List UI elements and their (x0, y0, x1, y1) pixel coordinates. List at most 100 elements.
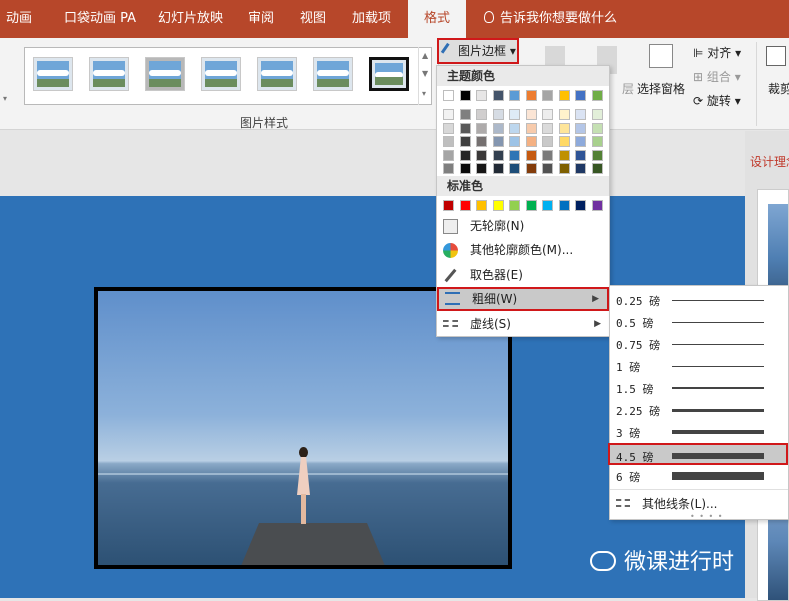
tab-animations[interactable]: 动画 (6, 0, 46, 38)
dashes-item[interactable]: 虚线(S) ▶ (437, 312, 609, 336)
resize-handle-icon[interactable]: • • • • (690, 512, 724, 521)
theme-shade-swatch[interactable] (542, 109, 553, 120)
weight-option[interactable]: 6 磅 (610, 465, 788, 487)
theme-swatch[interactable] (591, 90, 603, 101)
selection-pane-icon[interactable] (649, 44, 673, 68)
theme-shade-swatch[interactable] (542, 136, 553, 147)
theme-shade-swatch[interactable] (492, 109, 504, 120)
theme-shade-swatch[interactable] (542, 163, 553, 174)
picture-border-button[interactable]: 图片边框 ▾ (437, 38, 519, 64)
theme-shade-swatch[interactable] (509, 149, 520, 161)
theme-shade-swatch[interactable] (459, 136, 471, 147)
theme-shade-swatch[interactable] (476, 109, 487, 120)
style-thumb-3[interactable] (145, 57, 185, 91)
theme-shade-swatch[interactable] (476, 136, 487, 147)
standard-swatch[interactable] (575, 200, 586, 211)
weight-option[interactable]: 2.25 磅 (610, 399, 788, 421)
theme-shade-swatch[interactable] (492, 163, 504, 174)
style-thumb-4[interactable] (201, 57, 241, 91)
tab-addins[interactable]: 加载项 (352, 0, 396, 38)
theme-shade-swatch[interactable] (525, 122, 537, 134)
theme-shade-swatch[interactable] (558, 136, 570, 147)
tab-format[interactable]: 格式 (408, 0, 466, 38)
style-thumb-7-selected[interactable] (369, 57, 409, 91)
crop-icon[interactable] (766, 46, 786, 66)
collapse-arrow-icon[interactable]: ▾ (3, 94, 7, 103)
theme-swatch[interactable] (443, 90, 454, 101)
theme-shade-swatch[interactable] (558, 109, 570, 120)
weight-option[interactable]: 0.5 磅 (610, 311, 788, 333)
theme-shade-swatch[interactable] (459, 109, 471, 120)
theme-shade-swatch[interactable] (558, 122, 570, 134)
more-lines-item[interactable]: 其他线条(L)... (610, 492, 788, 514)
weight-option[interactable]: 0.75 磅 (610, 333, 788, 355)
crop-button[interactable]: 裁剪 (768, 80, 789, 97)
theme-shade-swatch[interactable] (575, 122, 586, 134)
no-outline-item[interactable]: 无轮廓(N) (437, 214, 609, 238)
tab-slide-show[interactable]: 幻灯片放映 (158, 0, 228, 38)
theme-shade-swatch[interactable] (443, 163, 454, 174)
standard-swatch[interactable] (525, 200, 537, 211)
theme-shade-swatch[interactable] (575, 136, 586, 147)
theme-shade-swatch[interactable] (459, 122, 471, 134)
theme-shade-swatch[interactable] (492, 136, 504, 147)
theme-swatch[interactable] (476, 90, 487, 101)
theme-shade-swatch[interactable] (509, 109, 520, 120)
style-thumb-6[interactable] (313, 57, 353, 91)
theme-shade-swatch[interactable] (525, 109, 537, 120)
standard-swatch[interactable] (558, 200, 570, 211)
style-thumb-1[interactable] (33, 57, 73, 91)
theme-shade-swatch[interactable] (492, 122, 504, 134)
theme-shade-swatch[interactable] (509, 136, 520, 147)
theme-shade-swatch[interactable] (492, 149, 504, 161)
more-outline-colors-item[interactable]: 其他轮廓颜色(M)... (437, 238, 609, 262)
theme-shade-swatch[interactable] (575, 163, 586, 174)
group-button[interactable]: ⊞ 组合 ▾ (693, 68, 741, 85)
gallery-scroll[interactable]: ▲ ▼ ▾ (418, 47, 432, 105)
theme-shade-swatch[interactable] (476, 149, 487, 161)
theme-shade-swatch[interactable] (542, 122, 553, 134)
theme-shade-swatch[interactable] (525, 163, 537, 174)
weight-option[interactable]: 3 磅 (610, 421, 788, 443)
gallery-down-icon[interactable]: ▼ (422, 69, 428, 78)
rotate-button[interactable]: ⟳ 旋转 ▾ (693, 92, 741, 109)
theme-shade-swatch[interactable] (459, 149, 471, 161)
tab-review[interactable]: 审阅 (248, 0, 278, 38)
standard-swatch[interactable] (443, 200, 454, 211)
theme-shade-swatch[interactable] (591, 149, 603, 161)
standard-swatch[interactable] (459, 200, 471, 211)
style-thumb-2[interactable] (89, 57, 129, 91)
theme-shade-swatch[interactable] (575, 149, 586, 161)
tell-me-search[interactable]: 告诉我你想要做什么 (484, 0, 617, 38)
weight-item[interactable]: 粗细(W) ▶ (437, 287, 609, 311)
theme-shade-swatch[interactable] (542, 149, 553, 161)
theme-shade-swatch[interactable] (459, 163, 471, 174)
theme-shade-swatch[interactable] (443, 109, 454, 120)
theme-shade-swatch[interactable] (509, 122, 520, 134)
gallery-more-icon[interactable]: ▾ (422, 89, 426, 98)
theme-shade-swatch[interactable] (558, 149, 570, 161)
theme-swatch[interactable] (575, 90, 586, 101)
theme-swatch[interactable] (509, 90, 520, 101)
style-thumb-5[interactable] (257, 57, 297, 91)
standard-swatch[interactable] (492, 200, 504, 211)
weight-option[interactable]: 0.25 磅 (610, 289, 788, 311)
theme-shade-swatch[interactable] (525, 136, 537, 147)
gallery-up-icon[interactable]: ▲ (422, 51, 428, 60)
tab-pocket-animation[interactable]: 口袋动画 PA (64, 0, 138, 38)
standard-swatch[interactable] (476, 200, 487, 211)
theme-shade-swatch[interactable] (443, 136, 454, 147)
weight-option[interactable]: 1.5 磅 (610, 377, 788, 399)
theme-swatch[interactable] (492, 90, 504, 101)
theme-swatch[interactable] (542, 90, 553, 101)
theme-shade-swatch[interactable] (525, 149, 537, 161)
theme-shade-swatch[interactable] (558, 163, 570, 174)
theme-swatch[interactable] (459, 90, 471, 101)
theme-shade-swatch[interactable] (591, 163, 603, 174)
standard-swatch[interactable] (591, 200, 603, 211)
standard-swatch[interactable] (542, 200, 553, 211)
eyedropper-item[interactable]: 取色器(E) (437, 263, 609, 287)
weight-option[interactable]: 1 磅 (610, 355, 788, 377)
theme-shade-swatch[interactable] (509, 163, 520, 174)
standard-swatch[interactable] (509, 200, 520, 211)
